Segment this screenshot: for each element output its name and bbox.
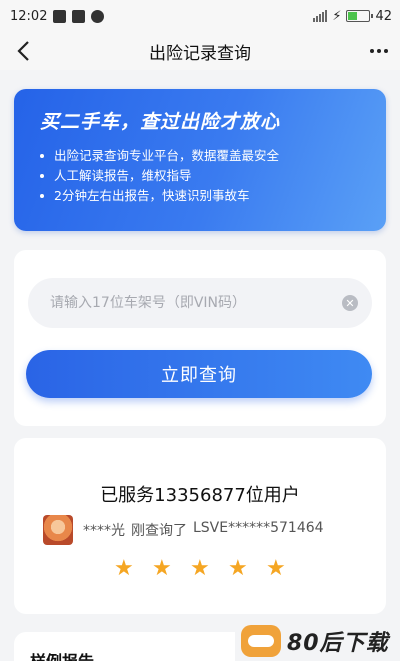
avatar	[43, 515, 73, 545]
page-title: 出险记录查询	[149, 43, 251, 64]
more-button[interactable]	[370, 36, 388, 66]
star-icon: ★	[152, 556, 172, 581]
more-dot-icon	[370, 49, 374, 53]
back-button[interactable]	[8, 36, 38, 66]
watermark: 80后下载	[235, 620, 400, 661]
close-icon: ✕	[345, 296, 355, 310]
battery-level: 42	[375, 8, 392, 24]
notification-icon	[53, 9, 67, 23]
status-right: ⚡ 42	[313, 9, 392, 24]
banner-bullet: 2分钟左右出报告，快速识别事故车	[40, 186, 368, 206]
more-dot-icon	[377, 49, 381, 53]
gallery-icon	[72, 9, 86, 23]
served-count-title: 已服务13356877位用户	[100, 485, 300, 506]
watermark-text: 80后下载	[287, 630, 389, 656]
recent-query-text: ****光 刚查询了 LSVE******571464	[83, 520, 324, 540]
star-icon: ★	[114, 556, 134, 581]
query-card: ✕ 立即查询	[14, 250, 386, 426]
more-dot-icon	[384, 49, 388, 53]
recent-query-row: ****光 刚查询了 LSVE******571464	[43, 515, 324, 545]
rating-stars: ★ ★ ★ ★ ★	[114, 558, 288, 580]
vin-input-container: ✕	[28, 278, 372, 328]
promo-banner: 买二手车，查过出险才放心 出险记录查询专业平台，数据覆盖最安全 人工解读报告，维…	[14, 89, 386, 231]
star-icon: ★	[228, 556, 248, 581]
query-now-button[interactable]: 立即查询	[26, 350, 372, 398]
signal-icon	[313, 10, 328, 22]
served-users-card: 已服务13356877位用户 ****光 刚查询了 LSVE******5714…	[14, 438, 386, 614]
status-left: 12:02	[10, 8, 105, 24]
banner-title: 买二手车，查过出险才放心	[40, 111, 281, 133]
nav-bar: 出险记录查询	[0, 32, 400, 70]
banner-bullet: 人工解读报告，维权指导	[40, 166, 368, 186]
watermark-logo-icon	[241, 624, 281, 657]
status-bar: 12:02 ⚡ 42	[0, 0, 400, 32]
status-time: 12:02	[10, 8, 48, 24]
recent-action: 刚查询了	[131, 523, 187, 539]
banner-bullet: 出险记录查询专业平台，数据覆盖最安全	[40, 146, 368, 166]
recent-user-name: ****光	[83, 523, 125, 539]
battery-icon	[346, 10, 374, 22]
vin-input[interactable]	[50, 295, 342, 311]
star-icon: ★	[190, 556, 210, 581]
sample-report-title: 样例报告	[30, 648, 94, 661]
recent-vin: LSVE******571464	[193, 520, 324, 536]
clear-input-button[interactable]: ✕	[342, 295, 358, 311]
chevron-left-icon	[17, 41, 29, 61]
account-icon	[91, 9, 105, 23]
star-icon: ★	[266, 556, 286, 581]
charging-icon: ⚡	[332, 8, 342, 24]
banner-bullets: 出险记录查询专业平台，数据覆盖最安全 人工解读报告，维权指导 2分钟左右出报告，…	[40, 146, 368, 206]
